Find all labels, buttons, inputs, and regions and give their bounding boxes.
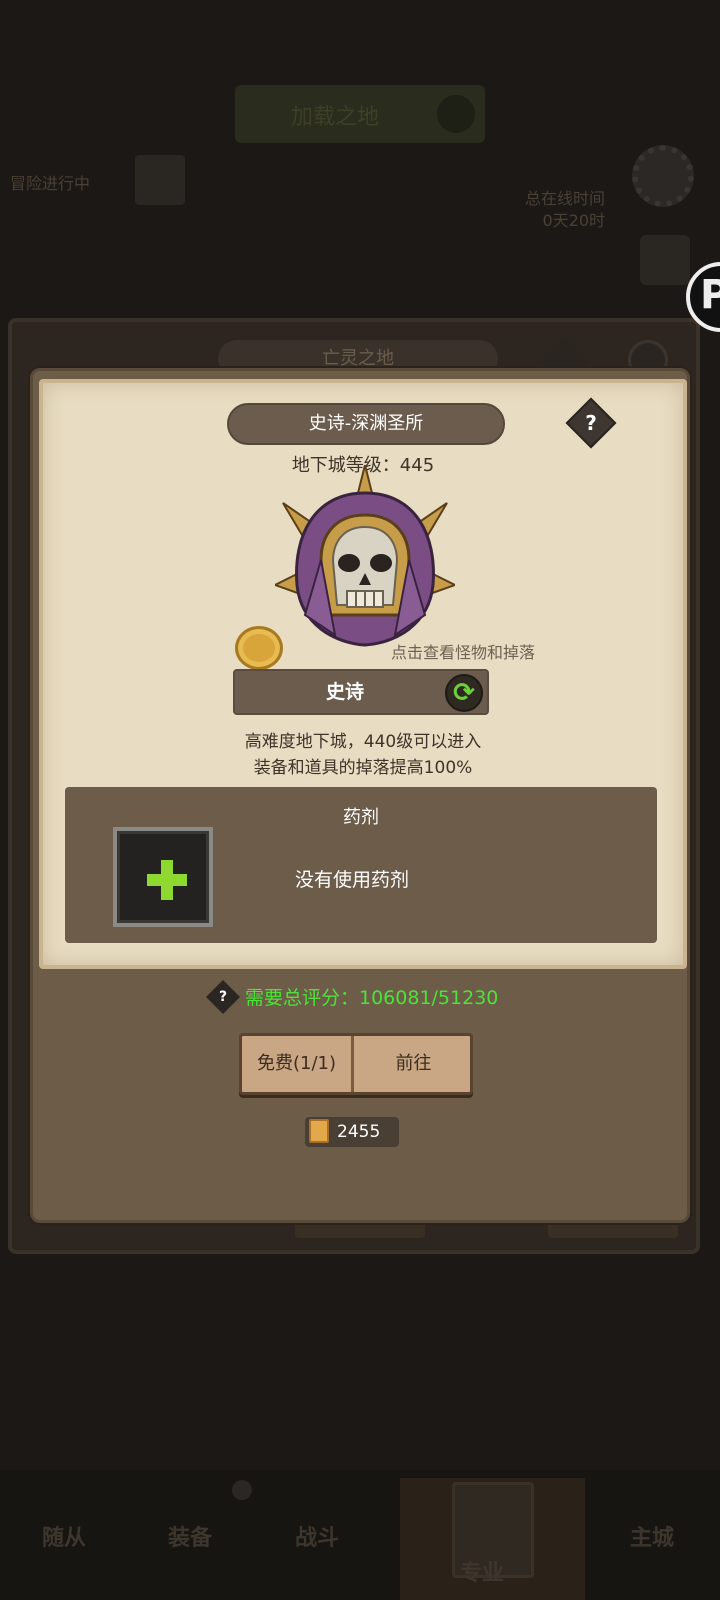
requirement-text: 需要总评分：106081/51230: [245, 987, 499, 1009]
bg-item-slot: [135, 155, 185, 205]
bottom-nav: [0, 1470, 720, 1600]
dungeon-info-card: 史诗-深渊圣所 ? 地下城等级：445 点击查看怪物和掉落 史诗 ⟳ 高难度地下…: [39, 379, 687, 969]
help-button[interactable]: ?: [565, 397, 617, 449]
bg-online-time-value: 0天20时: [542, 211, 606, 230]
requirement-help-icon: ?: [218, 989, 228, 1005]
go-button[interactable]: 前往: [357, 1036, 470, 1092]
free-enter-button[interactable]: 免费(1/1): [242, 1036, 354, 1092]
plus-icon-vertical: [161, 860, 173, 900]
help-icon: ?: [585, 411, 597, 435]
potion-empty-text: 没有使用药剂: [295, 869, 410, 891]
nav-battle[interactable]: 战斗: [295, 1520, 339, 1552]
bg-left-label: 冒险进行中: [10, 174, 91, 193]
scroll-ticket-icon: [309, 1119, 329, 1143]
bg-top-banner-text: 加载之地: [290, 105, 379, 130]
potion-panel: 药剂 没有使用药剂: [65, 787, 657, 943]
swap-difficulty-icon[interactable]: ⟳: [445, 674, 483, 712]
nav-equipment[interactable]: 装备: [168, 1520, 212, 1552]
score-requirement: ? 需要总评分：106081/51230: [33, 980, 693, 1014]
difficulty-selector[interactable]: 史诗 ⟳: [233, 669, 489, 715]
bg-arrow-icon: [437, 95, 475, 133]
ticket-count: 2455: [337, 1122, 381, 1142]
dungeon-title: 史诗-深渊圣所: [227, 403, 505, 445]
ticket-counter: 2455: [305, 1117, 399, 1147]
dungeon-desc-line1: 高难度地下城，440级可以进入: [244, 732, 482, 752]
difficulty-label: 史诗: [325, 681, 364, 703]
nav-followers[interactable]: 随从: [42, 1520, 86, 1552]
dungeon-dialog: 史诗-深渊圣所 ? 地下城等级：445 点击查看怪物和掉落 史诗 ⟳ 高难度地下…: [30, 368, 690, 1223]
boss-helmet-icon[interactable]: [275, 465, 455, 650]
action-buttons: 免费(1/1) 前往: [239, 1033, 473, 1095]
add-potion-button[interactable]: [113, 827, 213, 927]
nav-main-city[interactable]: 主城: [630, 1520, 674, 1552]
nav-dot-icon: [232, 1480, 252, 1500]
nav-profession[interactable]: 专业: [460, 1555, 504, 1587]
gear-icon: [632, 145, 694, 207]
potion-title: 药剂: [343, 807, 379, 828]
bg-online-time-label: 总在线时间: [525, 189, 606, 208]
floating-assistant-letter: P: [700, 272, 720, 318]
bg-online-time: 总在线时间 0天20时: [525, 188, 605, 232]
dungeon-desc-line2: 装备和道具的掉落提高100%: [253, 758, 473, 778]
bg-chest-icon: [640, 235, 690, 285]
bg-top-banner: 加载之地: [235, 85, 485, 143]
requirement-help-button[interactable]: ?: [206, 980, 240, 1014]
monster-drop-hint[interactable]: 点击查看怪物和掉落: [43, 639, 663, 663]
